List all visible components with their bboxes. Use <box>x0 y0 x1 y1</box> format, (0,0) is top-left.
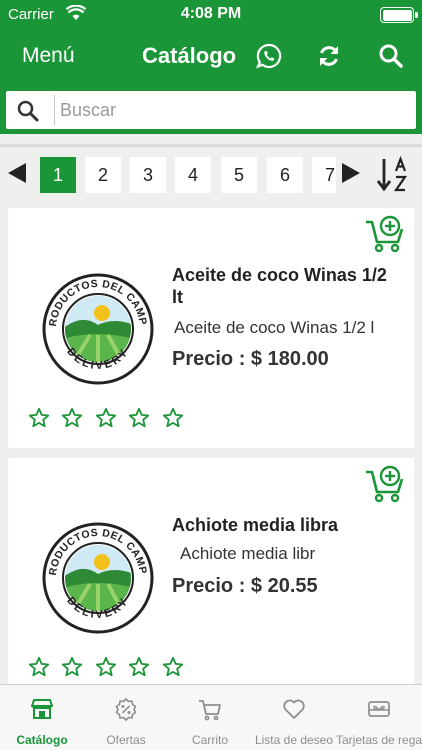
tab-bar: Catálogo Ofertas Carrito Lista de deseo … <box>0 684 422 750</box>
next-page-arrow[interactable] <box>342 163 360 183</box>
clock: 4:08 PM <box>180 5 242 22</box>
page-list: 1 2 3 4 5 6 7 <box>40 157 336 193</box>
tab-label: Lista de deseo <box>254 733 334 747</box>
page-button-6[interactable]: 6 <box>267 157 303 193</box>
page-button-5[interactable]: 5 <box>221 157 257 193</box>
tab-label: Tarjetas de regalo <box>336 733 422 747</box>
product-logo: PRODUCTOS DEL CAMPO DELIVERY <box>42 273 154 385</box>
tab-catalogo[interactable]: Catálogo <box>0 685 84 750</box>
search-box[interactable] <box>6 91 416 129</box>
gift-card-icon <box>368 701 390 717</box>
star-icon[interactable] <box>95 656 117 678</box>
discount-icon <box>115 698 137 721</box>
product-name: Achiote media libra <box>172 515 339 535</box>
product-description: Aceite de coco Winas 1/2 l <box>174 318 375 337</box>
refresh-icon[interactable] <box>315 42 343 70</box>
star-icon[interactable] <box>128 656 150 678</box>
pagination-bar: 1 2 3 4 5 6 7 <box>0 144 422 206</box>
tab-carrito[interactable]: Carrito <box>168 685 252 750</box>
menu-button[interactable]: Menú <box>22 44 75 68</box>
star-icon[interactable] <box>61 656 83 678</box>
star-icon[interactable] <box>162 656 184 678</box>
product-price: Precio : $ 180.00 <box>172 348 329 370</box>
store-icon <box>31 699 53 719</box>
tab-label: Ofertas <box>106 733 146 747</box>
add-to-cart-icon[interactable] <box>364 464 406 504</box>
page-button-2[interactable]: 2 <box>85 157 121 193</box>
page-button-7[interactable]: 7 <box>312 157 336 193</box>
star-icon[interactable] <box>162 407 184 429</box>
product-price: Precio : $ 20.55 <box>172 575 318 597</box>
star-icon[interactable] <box>128 407 150 429</box>
previous-page-arrow[interactable] <box>8 163 26 183</box>
status-bar: Carrier 4:08 PM <box>0 0 422 30</box>
search-bar <box>0 86 422 134</box>
page-button-1[interactable]: 1 <box>40 157 76 193</box>
tab-tarjetas-de-regalo[interactable]: Tarjetas de regalo <box>336 685 422 750</box>
tab-label: Catálogo <box>16 733 68 747</box>
battery-icon <box>380 7 418 23</box>
star-icon[interactable] <box>28 656 50 678</box>
page-button-4[interactable]: 4 <box>175 157 211 193</box>
add-to-cart-icon[interactable] <box>364 214 406 254</box>
navigation-bar: Menú Catálogo <box>0 30 422 86</box>
page-title: Catálogo <box>142 43 237 68</box>
rating-stars[interactable] <box>28 656 191 678</box>
sort-alphabetical-icon[interactable] <box>376 155 412 195</box>
star-icon[interactable] <box>61 407 83 429</box>
search-input[interactable] <box>60 95 400 125</box>
product-name: Aceite de coco Winas 1/2 lt <box>172 265 387 307</box>
tab-lista-de-deseo[interactable]: Lista de deseo <box>252 685 336 750</box>
cart-icon <box>199 700 221 721</box>
product-card[interactable]: PRODUCTOS DEL CAMPO DELIVERY Aceite de c… <box>8 208 414 448</box>
page-button-3[interactable]: 3 <box>130 157 166 193</box>
heart-icon <box>283 699 305 719</box>
tab-ofertas[interactable]: Ofertas <box>84 685 168 750</box>
product-logo: PRODUCTOS DEL CAMPO DELIVERY <box>42 522 154 634</box>
search-icon <box>17 100 39 122</box>
search-divider <box>54 95 55 125</box>
star-icon[interactable] <box>95 407 117 429</box>
star-icon[interactable] <box>28 407 50 429</box>
product-description: Achiote media libr <box>180 544 316 563</box>
whatsapp-icon[interactable] <box>255 42 283 70</box>
tab-label: Carrito <box>191 733 228 747</box>
search-icon[interactable] <box>377 42 405 70</box>
product-card[interactable]: PRODUCTOS DEL CAMPO DELIVERY Achiote med… <box>8 458 414 684</box>
rating-stars[interactable] <box>28 407 191 429</box>
